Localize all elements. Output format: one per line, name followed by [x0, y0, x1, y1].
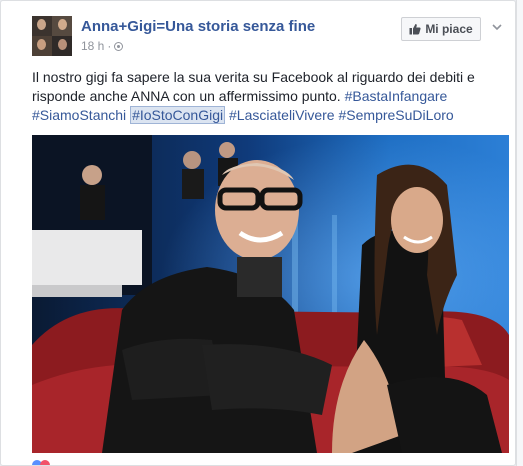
post-text-line-3: #SiamoStanchi #IoStoConGigi #LasciateliV… — [32, 106, 500, 125]
page-avatar[interactable] — [32, 16, 72, 56]
post-text-line-2: risponde anche ANNA con un affermissimo … — [32, 87, 500, 106]
post-text: Il nostro gigi fa sapere la sua verita s… — [32, 68, 500, 125]
hashtag-sempre-su-di-loro[interactable]: #SempreSuDiLoro — [339, 107, 454, 123]
love-reaction-icon[interactable] — [40, 460, 50, 465]
page-name-link[interactable]: Anna+Gigi=Una storia senza fine — [81, 18, 315, 35]
globe-icon[interactable] — [114, 42, 124, 51]
post-photo-image — [32, 135, 509, 453]
like-page-button[interactable]: Mi piace — [401, 17, 481, 41]
hashtag-basta-infangare[interactable]: #BastaInfangare — [345, 88, 448, 104]
thumbs-up-icon — [409, 24, 421, 35]
chevron-down-icon[interactable] — [491, 21, 503, 33]
hashtag-lasciateli-vivere[interactable]: #LasciateliVivere — [229, 107, 335, 123]
meta-separator: · — [107, 39, 112, 53]
reactions-strip — [32, 457, 509, 465]
post-text-line-1: Il nostro gigi fa sapere la sua verita s… — [32, 69, 475, 85]
post-meta: 18 h · — [81, 39, 124, 53]
post-text-line-2-body: risponde anche ANNA con un affermissimo … — [32, 88, 345, 104]
post-timestamp[interactable]: 18 h — [81, 39, 104, 53]
like-button-label: Mi piace — [425, 22, 473, 36]
scroll-gutter — [516, 0, 523, 466]
post-photo[interactable] — [32, 135, 509, 453]
post-card: Anna+Gigi=Una storia senza fine 18 h · Mi… — [0, 0, 516, 466]
hashtag-siamo-stanchi[interactable]: #SiamoStanchi — [32, 107, 126, 123]
hashtag-io-sto-con-gigi[interactable]: #IoStoConGigi — [130, 106, 226, 124]
